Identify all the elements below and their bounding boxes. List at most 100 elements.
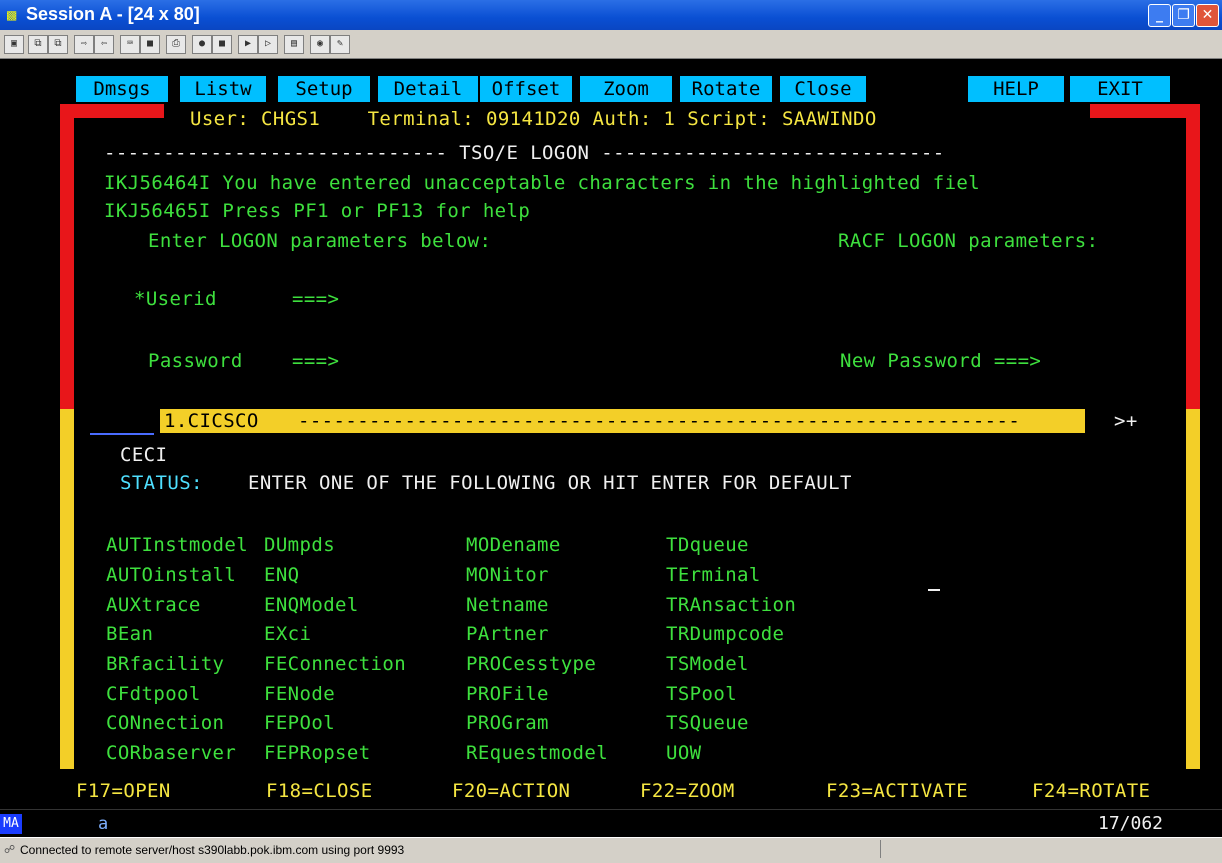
edit-icon[interactable]: ✎ bbox=[330, 35, 350, 54]
resource-item[interactable]: FEConnection bbox=[264, 652, 406, 676]
resource-item[interactable]: TSModel bbox=[666, 652, 749, 676]
more-indicator: >+ bbox=[1114, 410, 1138, 432]
paste-icon[interactable]: ⧉ bbox=[48, 35, 68, 54]
new-password-field[interactable]: New Password ===> bbox=[840, 349, 1041, 373]
fkey-f23-activate[interactable]: F23=ACTIVATE bbox=[826, 779, 968, 803]
status-label: STATUS: bbox=[120, 472, 203, 494]
resource-item[interactable]: AUXtrace bbox=[106, 593, 201, 617]
resource-item[interactable]: CFdtpool bbox=[106, 682, 201, 706]
app-icon: ▩ bbox=[6, 8, 18, 22]
fkey-f22-zoom[interactable]: F22=ZOOM bbox=[640, 779, 735, 803]
logon-divider: ----------------------------- TSO/E LOGO… bbox=[104, 142, 945, 164]
resource-item[interactable]: PArtner bbox=[466, 622, 549, 646]
copy-icon[interactable]: ⧉ bbox=[28, 35, 48, 54]
resource-item[interactable]: CORbaserver bbox=[106, 741, 236, 765]
resource-item[interactable]: BRfacility bbox=[106, 652, 224, 676]
resource-item[interactable]: TErminal bbox=[666, 563, 761, 587]
minimize-button[interactable]: _ bbox=[1148, 4, 1171, 27]
yellow-frame-left bbox=[60, 409, 74, 769]
fkey-f20-action[interactable]: F20=ACTION bbox=[452, 779, 570, 803]
resource-item[interactable]: TSQueue bbox=[666, 711, 749, 735]
resource-item[interactable]: FEPRopset bbox=[264, 741, 371, 765]
text-cursor bbox=[928, 589, 940, 591]
cursor-underline bbox=[90, 433, 154, 435]
globe-icon[interactable]: ◉ bbox=[310, 35, 330, 54]
resource-item[interactable]: PROGram bbox=[466, 711, 549, 735]
resource-item[interactable]: TDqueue bbox=[666, 533, 749, 557]
menu-exit[interactable]: EXIT bbox=[1070, 76, 1170, 102]
maximize-button[interactable]: ❐ bbox=[1172, 4, 1195, 27]
resource-item[interactable]: TSPool bbox=[666, 682, 737, 706]
resource-item[interactable]: PROFile bbox=[466, 682, 549, 706]
stop-macro-icon[interactable]: ■ bbox=[212, 35, 232, 54]
screen-icon[interactable]: ■ bbox=[140, 35, 160, 54]
error-message-2: IKJ56465I Press PF1 or PF13 for help bbox=[104, 200, 531, 222]
macro-icon[interactable]: ▷ bbox=[258, 35, 278, 54]
ma-indicator: MA bbox=[0, 814, 22, 834]
resource-item[interactable]: BEan bbox=[106, 622, 153, 646]
fkey-f17-open[interactable]: F17=OPEN bbox=[76, 779, 171, 803]
resource-item[interactable]: DUmpds bbox=[264, 533, 335, 557]
print-icon[interactable]: ⎙ bbox=[166, 35, 186, 54]
fkey-f18-close[interactable]: F18=CLOSE bbox=[266, 779, 373, 803]
session-indicator: a bbox=[98, 814, 109, 834]
cics-title-dashes: ----------------------------------------… bbox=[298, 410, 1021, 432]
password-input[interactable]: ===> bbox=[292, 349, 339, 373]
resource-item[interactable]: ENQ bbox=[264, 563, 300, 587]
menu-dmsgs[interactable]: Dmsgs bbox=[76, 76, 168, 102]
resource-item[interactable]: ENQModel bbox=[264, 593, 359, 617]
error-message-1: IKJ56464I You have entered unacceptable … bbox=[104, 172, 981, 194]
password-label: Password bbox=[148, 350, 243, 372]
ceci-command: CECI bbox=[120, 444, 168, 466]
record-macro-icon[interactable]: ● bbox=[192, 35, 212, 54]
session-header: User: CHGS1 Terminal: 09141D20 Auth: 1 S… bbox=[190, 108, 877, 130]
menu-detail[interactable]: Detail bbox=[378, 76, 478, 102]
cursor-position: 17/062 bbox=[1098, 813, 1164, 834]
menu-rotate[interactable]: Rotate bbox=[680, 76, 772, 102]
close-window-button[interactable]: ✕ bbox=[1196, 4, 1219, 27]
resource-item[interactable]: EXci bbox=[264, 622, 311, 646]
resource-item[interactable]: TRDumpcode bbox=[666, 622, 784, 646]
resource-item[interactable]: TRAnsaction bbox=[666, 593, 796, 617]
clipboard-icon[interactable]: ▤ bbox=[284, 35, 304, 54]
red-frame-top-right bbox=[1090, 104, 1200, 118]
connection-status: Connected to remote server/host s390labb… bbox=[20, 843, 405, 857]
resource-item[interactable]: PROCesstype bbox=[466, 652, 596, 676]
userid-input[interactable]: ===> bbox=[292, 287, 339, 311]
menu-close[interactable]: Close bbox=[780, 76, 866, 102]
menu-help[interactable]: HELP bbox=[968, 76, 1064, 102]
toolbar: ▣ ⧉ ⧉ ⇨ ⇦ ⌨ ■ ⎙ ● ■ ▶ ▷ ▤ ◉ ✎ bbox=[0, 30, 1222, 59]
resource-item[interactable]: AUTInstmodel bbox=[106, 533, 248, 557]
display-icon[interactable]: ▣ bbox=[4, 35, 24, 54]
keyboard-icon[interactable]: ⌨ bbox=[120, 35, 140, 54]
menu-setup[interactable]: Setup bbox=[278, 76, 370, 102]
resource-item[interactable]: Netname bbox=[466, 593, 549, 617]
userid-label: *Userid bbox=[134, 288, 217, 310]
terminal-screen[interactable]: Dmsgs Listw Setup Detail Offset Zoom Rot… bbox=[0, 59, 1222, 837]
status-panel bbox=[880, 840, 1219, 858]
fkey-f24-rotate[interactable]: F24=ROTATE bbox=[1032, 779, 1150, 803]
status-text: ENTER ONE OF THE FOLLOWING OR HIT ENTER … bbox=[248, 472, 852, 494]
red-frame-top-left bbox=[60, 104, 164, 118]
resource-item[interactable]: CONnection bbox=[106, 711, 224, 735]
resource-item[interactable]: FENode bbox=[264, 682, 335, 706]
yellow-frame-right bbox=[1186, 409, 1200, 769]
resource-item[interactable]: AUTOinstall bbox=[106, 563, 236, 587]
menu-offset[interactable]: Offset bbox=[480, 76, 572, 102]
resource-item[interactable]: MONitor bbox=[466, 563, 549, 587]
enter-params-label: Enter LOGON parameters below: bbox=[148, 230, 492, 252]
resource-item[interactable]: REquestmodel bbox=[466, 741, 608, 765]
menu-zoom[interactable]: Zoom bbox=[580, 76, 672, 102]
resource-item[interactable]: MODename bbox=[466, 533, 561, 557]
red-frame-left bbox=[60, 118, 74, 409]
play-macro-icon[interactable]: ▶ bbox=[238, 35, 258, 54]
receive-file-icon[interactable]: ⇦ bbox=[94, 35, 114, 54]
connection-icon: ☍ bbox=[4, 844, 16, 856]
send-file-icon[interactable]: ⇨ bbox=[74, 35, 94, 54]
red-frame-right bbox=[1186, 118, 1200, 409]
racf-params-label: RACF LOGON parameters: bbox=[838, 230, 1099, 252]
resource-item[interactable]: UOW bbox=[666, 741, 702, 765]
window-title: Session A - [24 x 80] bbox=[26, 4, 200, 24]
resource-item[interactable]: FEPOol bbox=[264, 711, 335, 735]
menu-listw[interactable]: Listw bbox=[180, 76, 266, 102]
